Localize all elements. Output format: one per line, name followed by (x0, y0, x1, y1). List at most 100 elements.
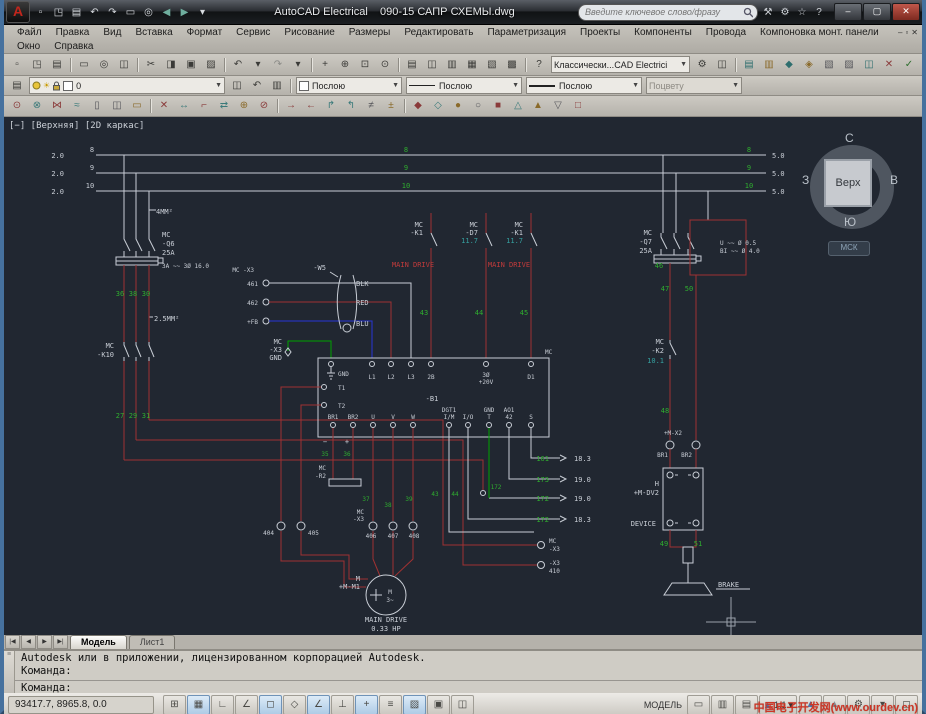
menu-item-10[interactable]: Параметризация (480, 27, 573, 38)
autocad-logo-icon[interactable]: A (6, 1, 30, 23)
selection-cycling-icon[interactable]: ◫ (451, 695, 474, 714)
export-project-data-icon[interactable]: ◫ (859, 56, 879, 74)
wire-type-icon[interactable]: ≠ (361, 97, 381, 115)
grid-icon[interactable]: ▦ (187, 695, 210, 714)
tool-palettes-icon[interactable]: ▥ (442, 56, 462, 74)
forward-icon[interactable]: ▶ (176, 4, 193, 21)
tab-model[interactable]: Модель (70, 635, 127, 649)
search-input[interactable] (583, 6, 743, 18)
toggle-nc-no-icon[interactable]: ▲ (528, 97, 548, 115)
doc-close-icon[interactable]: ✕ (911, 28, 918, 37)
menu-item-13[interactable]: Провода (699, 27, 753, 38)
workspace-combo[interactable]: Классически...CAD Electrici ▼ (551, 56, 690, 73)
electrical-audit-icon[interactable]: ◈ (799, 56, 819, 74)
quick-view-layouts-icon[interactable]: ▥ (711, 695, 734, 714)
viewcube-south[interactable]: Ю (844, 215, 856, 229)
menu-item-1[interactable]: Окно (10, 41, 47, 52)
save-icon[interactable]: ▤ (68, 4, 85, 21)
color-combo[interactable]: Послою ▼ (296, 77, 402, 94)
subscription-icon[interactable]: ⚙ (777, 7, 793, 18)
layer-previous-icon[interactable]: ↶ (247, 77, 267, 95)
xy-grid-setup-icon[interactable]: ▭ (127, 97, 147, 115)
viewcube[interactable]: С З В Ю Верх МСК (804, 135, 900, 265)
layer-freeze-icon[interactable]: ☀ (43, 81, 50, 90)
move-component-icon[interactable]: ● (448, 97, 468, 115)
menu-item-9[interactable]: Редактировать (397, 27, 480, 38)
menu-item-14[interactable]: Компоновка монт. панели (753, 27, 886, 38)
menu-item-12[interactable]: Компоненты (627, 27, 699, 38)
save-icon[interactable]: ▤ (47, 56, 67, 74)
layer-properties-icon[interactable]: ▤ (7, 77, 27, 95)
tab-next-icon[interactable]: ▶ (37, 635, 52, 649)
help-icon[interactable]: ? (811, 7, 827, 18)
menu-item-1[interactable]: Файл (10, 27, 49, 38)
hide-wire-number-icon[interactable]: ⊘ (254, 97, 274, 115)
swap-wire-icon[interactable]: ⇄ (214, 97, 234, 115)
menu-item-5[interactable]: Формат (180, 27, 230, 38)
tab-last-icon[interactable]: ▶| (53, 635, 68, 649)
match-properties-icon[interactable]: ▨ (201, 56, 221, 74)
workspace-settings-icon[interactable]: ⚙ (692, 56, 712, 74)
layer-on-icon[interactable] (32, 81, 41, 90)
help-icon[interactable]: ? (529, 56, 549, 74)
tab-layout1[interactable]: Лист1 (129, 635, 176, 649)
project-manager-icon[interactable]: ▤ (739, 56, 759, 74)
new-icon[interactable]: ▫ (7, 56, 27, 74)
stretch-wire-icon[interactable]: ↔ (174, 97, 194, 115)
zoom-previous-icon[interactable]: ⊙ (375, 56, 395, 74)
open-icon[interactable]: ◳ (27, 56, 47, 74)
polar-icon[interactable]: ∠ (235, 695, 258, 714)
copy-component-icon[interactable]: ◇ (428, 97, 448, 115)
lineweight-icon[interactable]: ≡ (379, 695, 402, 714)
drawing-canvas[interactable]: [−] [Верхняя] [2D каркас] (4, 117, 922, 635)
plot-icon[interactable]: ▭ (122, 4, 139, 21)
lineweight-combo[interactable]: Послою ▼ (526, 77, 642, 94)
otrack-icon[interactable]: ∠ (307, 695, 330, 714)
mark-verify-icon[interactable]: ✓ (899, 56, 919, 74)
snap-icon[interactable]: ⊞ (163, 695, 186, 714)
publish-icon[interactable]: ◫ (114, 56, 134, 74)
redo-drop-icon[interactable]: ▾ (288, 56, 308, 74)
redo-icon[interactable]: ↷ (104, 4, 121, 21)
tab-prev-icon[interactable]: ◀ (21, 635, 36, 649)
pan-icon[interactable]: + (315, 56, 335, 74)
plot-project-icon[interactable]: ▨ (839, 56, 859, 74)
surfer-icon[interactable]: △ (508, 97, 528, 115)
plot-preview-icon[interactable]: ◎ (140, 4, 157, 21)
layer-states-icon[interactable]: ◫ (227, 77, 247, 95)
sheet-set-manager-icon[interactable]: ▦ (462, 56, 482, 74)
favorites-icon[interactable]: ☆ (794, 7, 810, 18)
properties-icon[interactable]: ▤ (402, 56, 422, 74)
model-space-icon[interactable]: ▭ (687, 695, 710, 714)
copy-icon[interactable]: ◨ (161, 56, 181, 74)
scoot-icon[interactable]: ▽ (548, 97, 568, 115)
plot-icon[interactable]: ▭ (74, 56, 94, 74)
workspace-save-icon[interactable]: ◫ (712, 56, 732, 74)
undo-icon[interactable]: ↶ (228, 56, 248, 74)
quick-calc-icon[interactable]: ▩ (502, 56, 522, 74)
project-wide-update-icon[interactable]: ▥ (759, 56, 779, 74)
viewcube-wcs-menu[interactable]: МСК (828, 241, 870, 256)
zoom-realtime-icon[interactable]: ⊕ (335, 56, 355, 74)
coordinates-display[interactable]: 93417.7, 8965.8, 0.0 (8, 696, 154, 714)
destination-arrow-icon[interactable]: ← (301, 97, 321, 115)
doc-restore-icon[interactable]: ▫ (905, 28, 908, 37)
markup-set-manager-icon[interactable]: ▧ (482, 56, 502, 74)
doc-minimize-icon[interactable]: ‒ (898, 28, 902, 37)
command-grip[interactable]: ≡ (4, 651, 15, 693)
qat-menu-icon[interactable]: ▾ (194, 4, 211, 21)
delete-component-icon[interactable]: ■ (488, 97, 508, 115)
transparency-icon[interactable]: ▨ (403, 695, 426, 714)
new-icon[interactable]: ▫ (32, 4, 49, 21)
quick-properties-icon[interactable]: ▣ (427, 695, 450, 714)
menu-item-7[interactable]: Рисование (277, 27, 341, 38)
bend-wire-icon[interactable]: ⌐ (194, 97, 214, 115)
layer-combo[interactable]: ☀ 0 ▼ (29, 77, 225, 94)
close-button[interactable]: ✕ (892, 3, 920, 21)
wire-number-icon[interactable]: ⊙ (7, 97, 27, 115)
minimize-button[interactable]: ‒ (834, 3, 862, 21)
cut-icon[interactable]: ✂ (141, 56, 161, 74)
insert-component-icon[interactable]: ⋈ (47, 97, 67, 115)
plot-preview-icon[interactable]: ◎ (94, 56, 114, 74)
tab-first-icon[interactable]: |◀ (5, 635, 20, 649)
